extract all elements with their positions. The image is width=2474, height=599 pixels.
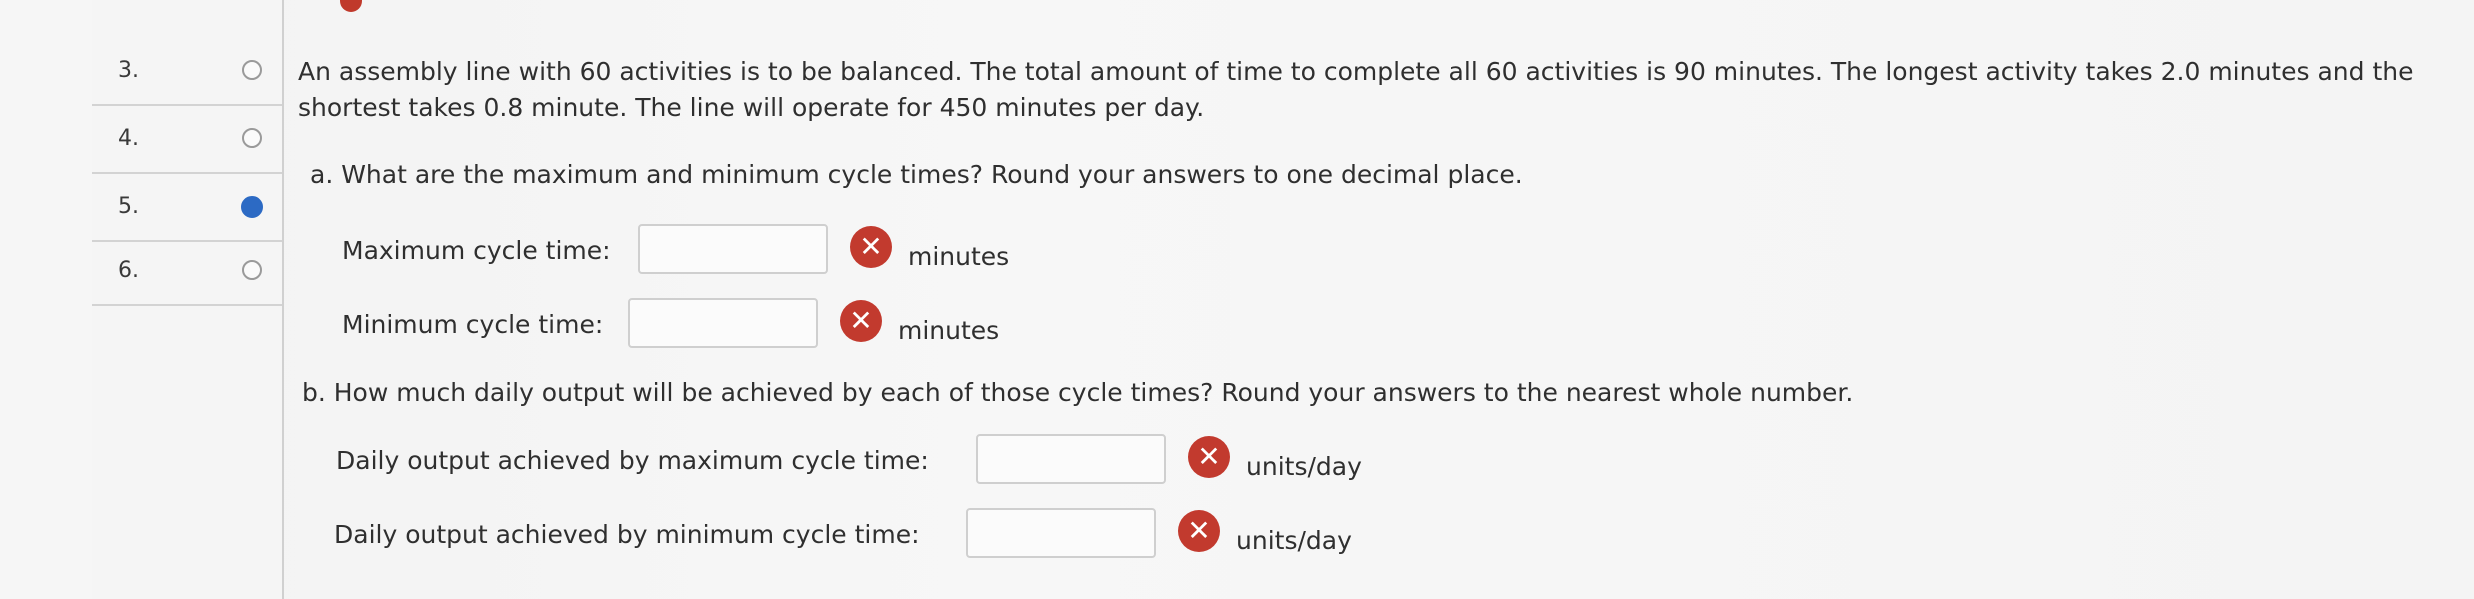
empty-dot-icon <box>242 60 262 80</box>
close-circle-icon: ✕ <box>1188 436 1230 478</box>
min-cycle-row: Minimum cycle time: ✕ minutes <box>342 298 1242 354</box>
max-cycle-unit: minutes <box>908 242 1010 271</box>
page: 3. 4. 5. 6. An assembly line with 60 act… <box>0 0 2474 599</box>
filled-dot-icon <box>241 196 263 218</box>
nav-item-question-6[interactable]: 6. <box>92 238 282 306</box>
output-max-unit: units/day <box>1246 452 1362 481</box>
close-circle-icon: ✕ <box>840 300 882 342</box>
min-cycle-input[interactable] <box>628 298 818 348</box>
nav-item-number: 6. <box>118 258 139 283</box>
empty-dot-icon <box>242 128 262 148</box>
part-b-prompt: b. How much daily output will be achieve… <box>302 378 1854 407</box>
left-sidebar-strip <box>0 0 94 599</box>
close-circle-icon: ✕ <box>850 226 892 268</box>
empty-dot-icon <box>242 260 262 280</box>
output-min-input[interactable] <box>966 508 1156 558</box>
nav-item-number: 3. <box>118 58 139 83</box>
max-cycle-label: Maximum cycle time: <box>342 236 611 265</box>
output-max-label: Daily output achieved by maximum cycle t… <box>336 446 929 475</box>
question-nav: 3. 4. 5. 6. <box>92 0 362 599</box>
nav-item-number: 4. <box>118 126 139 151</box>
output-min-row: Daily output achieved by minimum cycle t… <box>334 508 1434 564</box>
close-circle-icon: ✕ <box>1178 510 1220 552</box>
min-cycle-label: Minimum cycle time: <box>342 310 604 339</box>
output-max-input[interactable] <box>976 434 1166 484</box>
output-min-label: Daily output achieved by minimum cycle t… <box>334 520 920 549</box>
max-cycle-input[interactable] <box>638 224 828 274</box>
part-a-prompt: a. What are the maximum and minimum cycl… <box>310 160 1523 189</box>
output-max-row: Daily output achieved by maximum cycle t… <box>336 434 1436 490</box>
nav-item-question-4[interactable]: 4. <box>92 106 282 174</box>
max-cycle-row: Maximum cycle time: ✕ minutes <box>342 224 1242 280</box>
question-content: An assembly line with 60 activities is t… <box>282 0 2474 599</box>
output-min-unit: units/day <box>1236 526 1352 555</box>
nav-item-number: 5. <box>118 194 139 219</box>
nav-item-question-5[interactable]: 5. <box>92 174 282 242</box>
nav-item-question-3[interactable]: 3. <box>92 38 282 106</box>
problem-statement: An assembly line with 60 activities is t… <box>298 57 2414 122</box>
min-cycle-unit: minutes <box>898 316 1000 345</box>
